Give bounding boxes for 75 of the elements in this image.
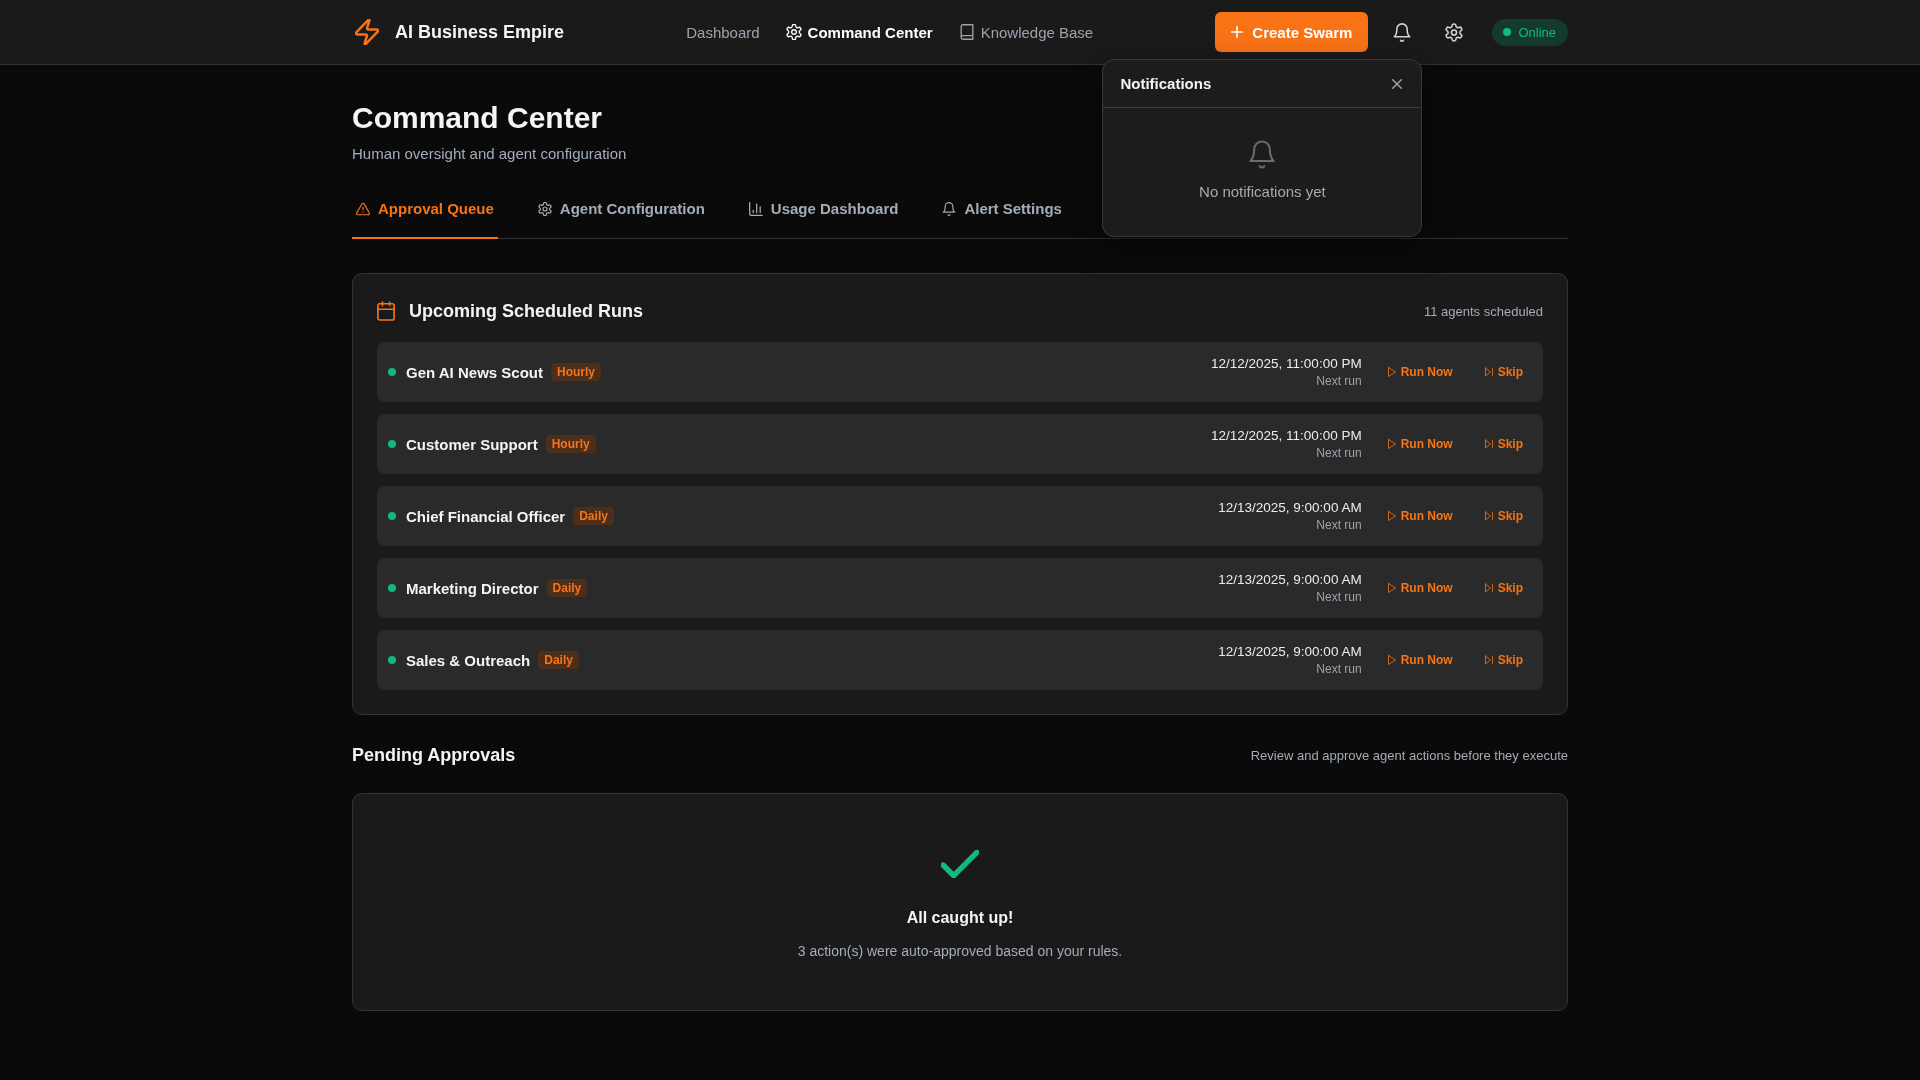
next-run-time: 12/13/2025, 9:00:00 AM: [1218, 643, 1362, 661]
empty-title: All caught up!: [906, 908, 1014, 928]
warning-icon: [356, 201, 370, 216]
tab[interactable]: Agent Configuration: [533, 188, 709, 239]
skip-button[interactable]: Skip: [1476, 433, 1531, 455]
book-icon: [958, 24, 975, 40]
agent-name: Chief Financial Officer: [406, 507, 566, 525]
next-run-label: Next run: [1316, 589, 1362, 605]
status-text: Online: [1518, 24, 1556, 40]
section-title: Upcoming Scheduled Runs: [409, 300, 644, 322]
tab[interactable]: Approval Queue: [352, 188, 498, 239]
agent-name: Marketing Director: [406, 579, 539, 597]
play-icon: [1387, 367, 1396, 377]
skip-forward-icon: [1484, 367, 1493, 377]
calendar-icon: [377, 301, 395, 321]
gear-icon: [785, 24, 802, 40]
next-run-time: 12/12/2025, 11:00:00 PM: [1211, 355, 1362, 373]
run-now-button[interactable]: Run Now: [1379, 433, 1461, 455]
create-swarm-button[interactable]: Create Swarm: [1215, 12, 1369, 52]
next-run-label: Next run: [1316, 661, 1362, 677]
tab[interactable]: Usage Dashboard: [744, 188, 903, 239]
skip-button[interactable]: Skip: [1476, 505, 1531, 527]
skip-button[interactable]: Skip: [1476, 361, 1531, 383]
settings-icon: [1445, 22, 1464, 42]
run-now-button[interactable]: Run Now: [1379, 649, 1461, 671]
plus-icon: [1231, 26, 1244, 38]
empty-message: No notifications yet: [1199, 183, 1326, 200]
run-now-button[interactable]: Run Now: [1379, 361, 1461, 383]
play-icon: [1387, 511, 1396, 521]
close-icon: [1392, 78, 1403, 89]
gear-icon: [537, 201, 552, 216]
run-now-button[interactable]: Run Now: [1379, 505, 1461, 527]
next-run-time: 12/12/2025, 11:00:00 PM: [1211, 427, 1362, 445]
frequency-badge: Daily: [538, 651, 579, 669]
bell-icon: [1249, 140, 1276, 169]
bell-icon: [1393, 22, 1412, 42]
check-icon: [941, 850, 979, 878]
agent-count: 11 agents scheduled: [1423, 303, 1543, 319]
skip-button[interactable]: Skip: [1476, 649, 1531, 671]
bar-chart-icon: [748, 201, 763, 216]
next-run-label: Next run: [1316, 517, 1362, 533]
panel-title: Notifications: [1120, 75, 1212, 92]
frequency-badge: Daily: [573, 507, 614, 525]
nav-link[interactable]: Dashboard: [678, 17, 768, 47]
skip-forward-icon: [1484, 511, 1493, 521]
play-icon: [1387, 655, 1396, 665]
nav-link[interactable]: Knowledge Base: [950, 17, 1102, 47]
page-subtitle: Human oversight and agent configuration: [352, 144, 627, 164]
agent-name: Sales & Outreach: [406, 651, 531, 669]
next-run-time: 12/13/2025, 9:00:00 AM: [1218, 571, 1362, 589]
agent-name: Gen AI News Scout: [406, 363, 543, 381]
next-run-label: Next run: [1316, 445, 1362, 461]
nav-link[interactable]: Command Center: [777, 17, 941, 47]
skip-forward-icon: [1484, 655, 1493, 665]
tab[interactable]: Alert Settings: [938, 188, 1066, 239]
app-title: AI Business Empire: [395, 21, 565, 43]
lightning-bolt-icon: [355, 19, 379, 45]
frequency-badge: Hourly: [551, 363, 601, 381]
frequency-badge: Hourly: [545, 435, 596, 453]
empty-message: 3 action(s) were auto-approved based on your rules.: [797, 942, 1123, 961]
section-title: Pending Approvals: [352, 744, 516, 766]
next-run-time: 12/13/2025, 9:00:00 AM: [1218, 499, 1362, 517]
status-dot-icon: [1503, 28, 1512, 36]
bell-icon: [942, 201, 957, 216]
agent-name: Customer Support: [406, 435, 538, 453]
play-icon: [1387, 439, 1396, 449]
frequency-badge: Daily: [546, 579, 588, 597]
skip-forward-icon: [1484, 439, 1493, 449]
play-icon: [1387, 583, 1396, 593]
page-title: Command Center: [352, 100, 603, 136]
skip-button[interactable]: Skip: [1476, 577, 1531, 599]
next-run-label: Next run: [1316, 373, 1362, 389]
section-description: Review and approve agent actions before they execute: [1250, 747, 1568, 763]
run-now-button[interactable]: Run Now: [1379, 577, 1461, 599]
skip-forward-icon: [1484, 583, 1493, 593]
